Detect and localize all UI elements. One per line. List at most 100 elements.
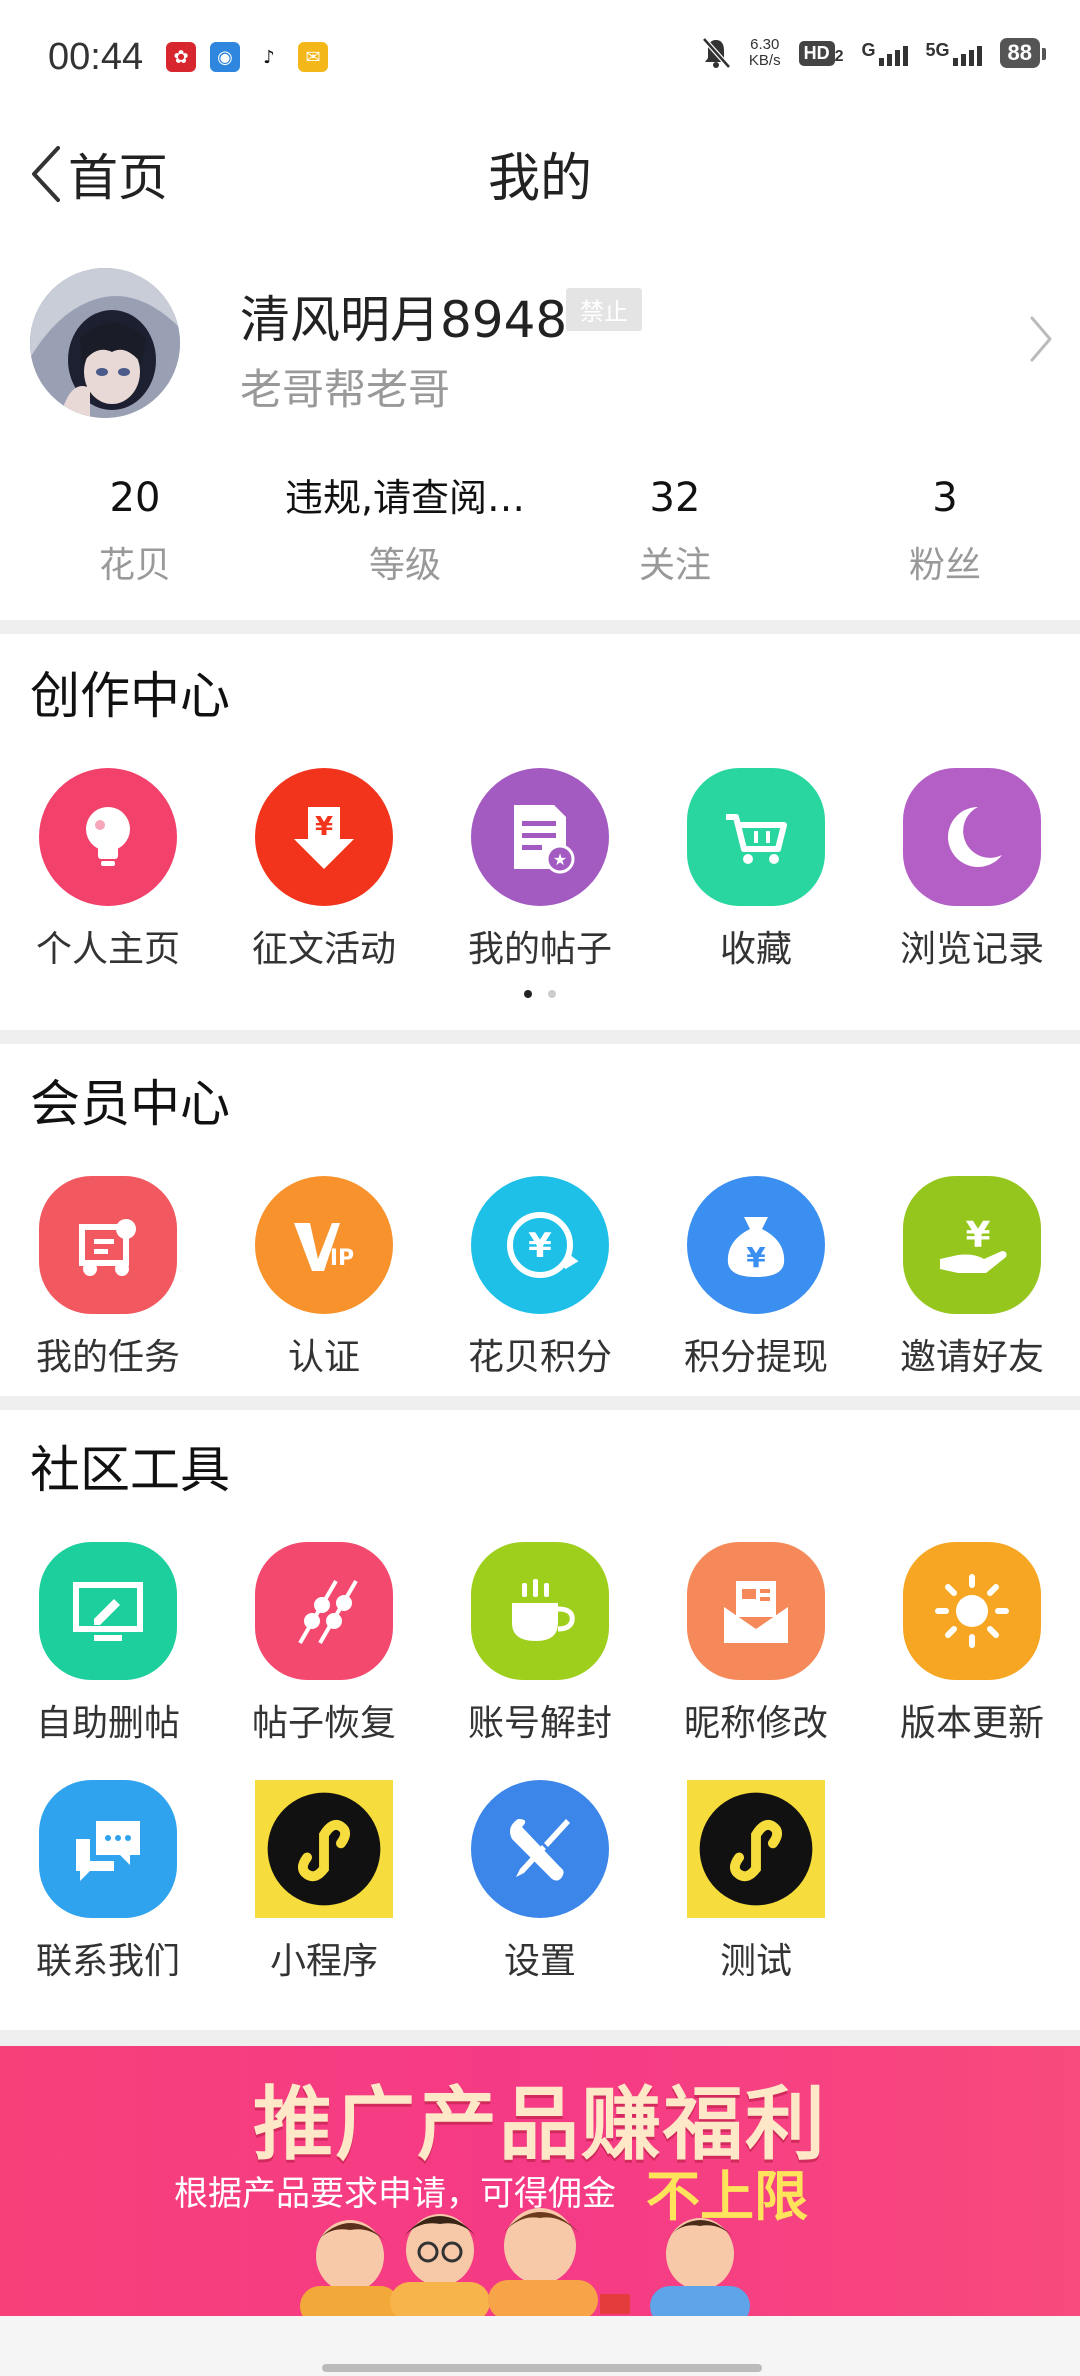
skewer-icon: [255, 1542, 393, 1680]
stat-huabei[interactable]: 20 花贝: [0, 470, 270, 600]
yuan-download-icon: ¥: [255, 768, 393, 906]
username: 清风明月8948: [240, 291, 568, 349]
coffee-cup-icon: [471, 1542, 609, 1680]
item-label: 小程序: [269, 1941, 378, 1982]
item-label: 征文活动: [251, 929, 396, 970]
tool-item-mini-program[interactable]: 小程序: [216, 1780, 432, 1984]
yuan-circle-icon: ¥: [471, 1176, 609, 1314]
tool-item-contact[interactable]: 联系我们: [0, 1780, 216, 1984]
item-label: 自助删帖: [35, 1703, 180, 1744]
member-item-invite[interactable]: ¥ 邀请好友: [864, 1176, 1080, 1380]
stat-label: 等级: [368, 545, 441, 586]
status-bar: 00:44 ✿ ◉ ♪ ✉ 6.30 KB/s HD 2 G 5G 88: [0, 0, 1080, 110]
signal-2: 5G: [926, 40, 982, 66]
svg-text:¥: ¥: [965, 1215, 990, 1256]
profile-card[interactable]: 清风明月8948 禁止 老哥帮老哥: [0, 264, 1080, 424]
home-indicator[interactable]: [322, 2364, 762, 2372]
member-item-tasks[interactable]: 我的任务: [0, 1176, 216, 1380]
item-label: 我的任务: [35, 1337, 180, 1378]
tools-grid: 自助删帖 帖子恢复 账号解封 昵称修改 版本更新 联系我们 小程序 设置 测试: [0, 1542, 1080, 1984]
item-label: 帖子恢复: [251, 1703, 396, 1744]
avatar-image: [30, 268, 180, 418]
stat-label: 关注: [638, 545, 711, 586]
creation-item-essay-event[interactable]: ¥ 征文活动: [216, 768, 432, 972]
notification-icons: ✿ ◉ ♪ ✉: [166, 42, 328, 72]
nav-bar: 首页 我的: [0, 120, 1080, 220]
promo-banner[interactable]: 推广产品赚福利 根据产品要求申请，可得佣金 不上限: [0, 2046, 1080, 2316]
section-divider: [0, 1396, 1080, 1410]
tool-item-settings[interactable]: 设置: [432, 1780, 648, 1984]
item-label: 我的帖子: [467, 929, 612, 970]
network-speed: 6.30 KB/s: [749, 37, 781, 69]
item-label: 花贝积分: [467, 1337, 612, 1378]
section-divider: [0, 2030, 1080, 2046]
network-speed-unit: KB/s: [748, 52, 781, 69]
status-badge: 禁止: [566, 288, 642, 331]
member-item-points[interactable]: ¥ 花贝积分: [432, 1176, 648, 1380]
section-divider: [0, 1030, 1080, 1044]
item-label: 收藏: [719, 929, 792, 970]
wrench-screwdriver-icon: [471, 1780, 609, 1918]
creation-grid: 个人主页 ¥ 征文活动 ★ 我的帖子 收藏 浏览记录: [0, 768, 1080, 972]
member-grid: 我的任务 IP 认证 ¥ 花贝积分 ¥ 积分提现 ¥ 邀请好友: [0, 1176, 1080, 1380]
item-label: 昵称修改: [683, 1703, 828, 1744]
stat-fans[interactable]: 3 粉丝: [810, 470, 1080, 600]
svg-text:¥: ¥: [315, 812, 333, 842]
svg-text:¥: ¥: [746, 1241, 766, 1274]
app-notification-icon: ✿: [166, 42, 196, 72]
tool-item-restore-post[interactable]: 帖子恢复: [216, 1542, 432, 1746]
task-icon: [39, 1176, 177, 1314]
moon-icon: [903, 768, 1041, 906]
tool-item-unban[interactable]: 账号解封: [432, 1542, 648, 1746]
money-bag-icon: ¥: [687, 1176, 825, 1314]
tool-item-rename[interactable]: 昵称修改: [648, 1542, 864, 1746]
hand-yuan-icon: ¥: [903, 1176, 1041, 1314]
stat-value: 3: [932, 475, 958, 521]
gesture-bar: [0, 2316, 1080, 2376]
section-title-creation: 创作中心: [30, 667, 230, 725]
item-label: 测试: [719, 1941, 792, 1982]
app-notification-icon: ◉: [210, 42, 240, 72]
sun-icon: [903, 1542, 1041, 1680]
creation-item-homepage[interactable]: 个人主页: [0, 768, 216, 972]
tool-item-test[interactable]: 测试: [648, 1780, 864, 1984]
creation-item-favorites[interactable]: 收藏: [648, 768, 864, 972]
monitor-edit-icon: [39, 1542, 177, 1680]
mini-program-icon: [255, 1780, 393, 1918]
item-label: 浏览记录: [899, 929, 1044, 970]
post-document-icon: ★: [471, 768, 609, 906]
section-title-member: 会员中心: [30, 1075, 230, 1133]
section-divider: [0, 620, 1080, 634]
stat-level[interactable]: 违规,请查阅… 等级: [270, 470, 540, 600]
item-label: 账号解封: [467, 1703, 612, 1744]
section-title-tools: 社区工具: [30, 1441, 230, 1499]
member-item-verify[interactable]: IP 认证: [216, 1176, 432, 1380]
svg-text:★: ★: [553, 850, 567, 869]
signal-2-label: 5G: [925, 40, 950, 60]
signal-bars-icon: [952, 40, 982, 66]
stat-value: 32: [649, 475, 701, 521]
chevron-right-icon: [1030, 316, 1052, 362]
page-dot: [548, 990, 556, 998]
signal-1-label: G: [861, 40, 876, 60]
chat-bubbles-icon: [39, 1780, 177, 1918]
hd-indicator: HD 2: [798, 40, 843, 66]
svg-text:IP: IP: [330, 1246, 354, 1271]
tool-item-update[interactable]: 版本更新: [864, 1542, 1080, 1746]
lightbulb-icon: [39, 768, 177, 906]
tool-item-delete-post[interactable]: 自助删帖: [0, 1542, 216, 1746]
envelope-card-icon: [687, 1542, 825, 1680]
item-label: 积分提现: [683, 1337, 828, 1378]
avatar[interactable]: [30, 268, 180, 418]
network-speed-value: 6.30: [750, 36, 780, 53]
stat-following[interactable]: 32 关注: [540, 470, 810, 600]
member-item-withdraw[interactable]: ¥ 积分提现: [648, 1176, 864, 1380]
creation-item-my-posts[interactable]: ★ 我的帖子: [432, 768, 648, 972]
creation-item-history[interactable]: 浏览记录: [864, 768, 1080, 972]
hd-badge: HD: [798, 40, 835, 66]
mail-icon: ✉: [298, 42, 328, 72]
item-label: 邀请好友: [899, 1337, 1044, 1378]
item-label: 认证: [287, 1337, 360, 1378]
page-dot-active: [524, 990, 532, 998]
vip-icon: IP: [255, 1176, 393, 1314]
